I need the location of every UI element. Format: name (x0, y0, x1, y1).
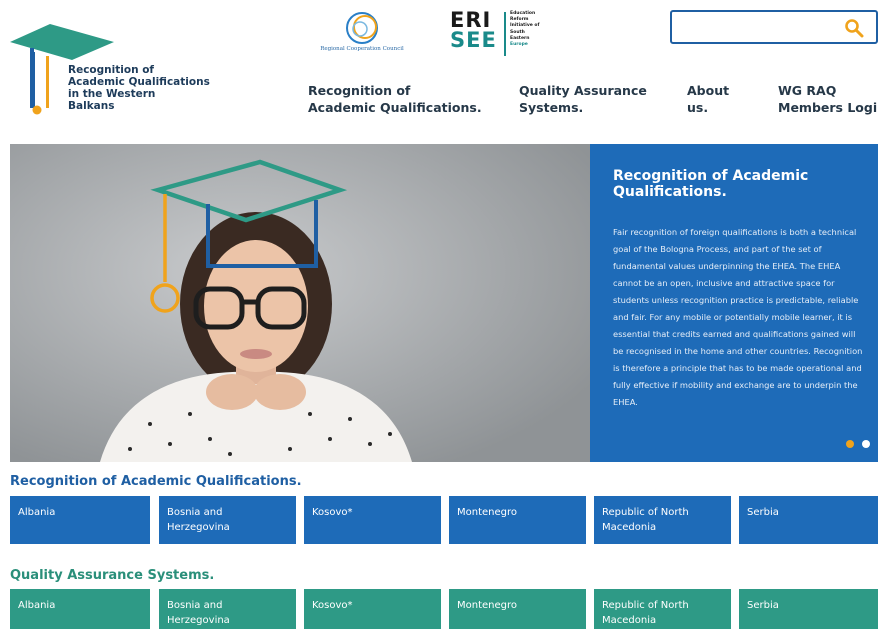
nav-recognition[interactable]: Recognition of Academic Qualifications. (308, 82, 482, 116)
tile-kosovo[interactable]: Kosovo* (304, 589, 441, 629)
search-icon[interactable] (844, 18, 864, 38)
nav-members-login[interactable]: WG RAQ Members Login (778, 82, 878, 116)
site-logo[interactable]: Recognition of Academic Qualifications i… (10, 22, 230, 122)
recognition-country-tiles: Albania Bosnia and Herzegovina Kosovo* M… (10, 496, 878, 544)
erisee-divider (504, 12, 506, 56)
tile-label: Macedonia (602, 615, 657, 626)
tile-label: Republic of North (602, 507, 689, 518)
slider-dot-1[interactable] (845, 440, 854, 448)
nav-label: WG RAQ (778, 83, 837, 98)
tile-montenegro[interactable]: Montenegro (449, 589, 586, 629)
search-input[interactable] (678, 18, 838, 36)
logo-line: in the Western (68, 88, 156, 100)
hero-slider: Recognition of Academic Qualifications. … (10, 144, 878, 462)
logo-line: Academic Qualifications (68, 76, 210, 88)
rcc-logo[interactable]: Regional Cooperation Council (312, 8, 412, 58)
tile-north-macedonia[interactable]: Republic of North Macedonia (594, 589, 731, 629)
nav-label: Quality Assurance (519, 83, 647, 98)
nav-label: About (687, 83, 730, 98)
erisee-word-eri: ERI (450, 8, 492, 32)
rcc-circles-icon (346, 12, 378, 44)
tile-montenegro[interactable]: Montenegro (449, 496, 586, 544)
logo-line: Balkans (68, 100, 115, 112)
tile-label: Kosovo* (312, 507, 353, 518)
tile-label: Republic of North (602, 600, 689, 611)
nav-label: us. (687, 100, 709, 115)
tile-label: Herzegovina (167, 615, 230, 626)
tile-albania[interactable]: Albania (10, 496, 150, 544)
logo-line: Recognition of (68, 64, 154, 76)
tile-label: Bosnia and (167, 507, 223, 518)
site-header: Recognition of Academic Qualifications i… (0, 0, 878, 140)
tile-label: Macedonia (602, 522, 657, 533)
tile-label: Serbia (747, 507, 779, 518)
slider-dots (843, 433, 870, 452)
tile-label: Herzegovina (167, 522, 230, 533)
erisee-wordmark: ERI SEE (450, 8, 497, 52)
logo-text: Recognition of Academic Qualifications i… (68, 64, 238, 112)
hero-text-panel: Recognition of Academic Qualifications. … (590, 144, 878, 462)
section-title-quality-assurance: Quality Assurance Systems. (10, 568, 215, 583)
tile-label: Montenegro (457, 600, 518, 611)
tile-albania[interactable]: Albania (10, 589, 150, 629)
tile-label: Serbia (747, 600, 779, 611)
slider-dot-2[interactable] (862, 440, 870, 448)
tile-label: Albania (18, 600, 56, 611)
student-photo-illustration (10, 144, 590, 462)
tile-label: Montenegro (457, 507, 518, 518)
rcc-name: Regional Cooperation Council (320, 46, 404, 52)
erisee-word-see: SEE (450, 28, 497, 52)
quality-assurance-country-tiles: Albania Bosnia and Herzegovina Kosovo* M… (10, 589, 878, 629)
erisee-subtitle: Education Reform Initiative of South Eas… (510, 11, 539, 48)
nav-label: Academic Qualifications. (308, 100, 482, 115)
nav-label: Systems. (519, 100, 584, 115)
tile-serbia[interactable]: Serbia (739, 496, 878, 544)
tile-bosnia-herzegovina[interactable]: Bosnia and Herzegovina (159, 496, 296, 544)
erisee-subtitle-line: Initiative of (510, 23, 540, 29)
tile-north-macedonia[interactable]: Republic of North Macedonia (594, 496, 731, 544)
tile-label: Bosnia and (167, 600, 223, 611)
nav-about[interactable]: About us. (687, 82, 729, 116)
tile-serbia[interactable]: Serbia (739, 589, 878, 629)
nav-label: Members Login (778, 100, 878, 115)
nav-quality-assurance[interactable]: Quality Assurance Systems. (519, 82, 647, 116)
tile-kosovo[interactable]: Kosovo* (304, 496, 441, 544)
tile-label: Kosovo* (312, 600, 353, 611)
tile-bosnia-herzegovina[interactable]: Bosnia and Herzegovina (159, 589, 296, 629)
hero-body: Fair recognition of foreign qualificatio… (613, 227, 863, 407)
hero-title: Recognition of Academic Qualifications. (613, 168, 809, 200)
erisee-subtitle-line: Europe (510, 42, 528, 48)
tile-label: Albania (18, 507, 56, 518)
search-box (670, 10, 878, 44)
hero-image (10, 144, 590, 462)
section-title-recognition: Recognition of Academic Qualifications. (10, 474, 302, 489)
erisee-logo[interactable]: ERI SEE Education Reform Initiative of S… (450, 10, 570, 58)
nav-label: Recognition of (308, 83, 411, 98)
